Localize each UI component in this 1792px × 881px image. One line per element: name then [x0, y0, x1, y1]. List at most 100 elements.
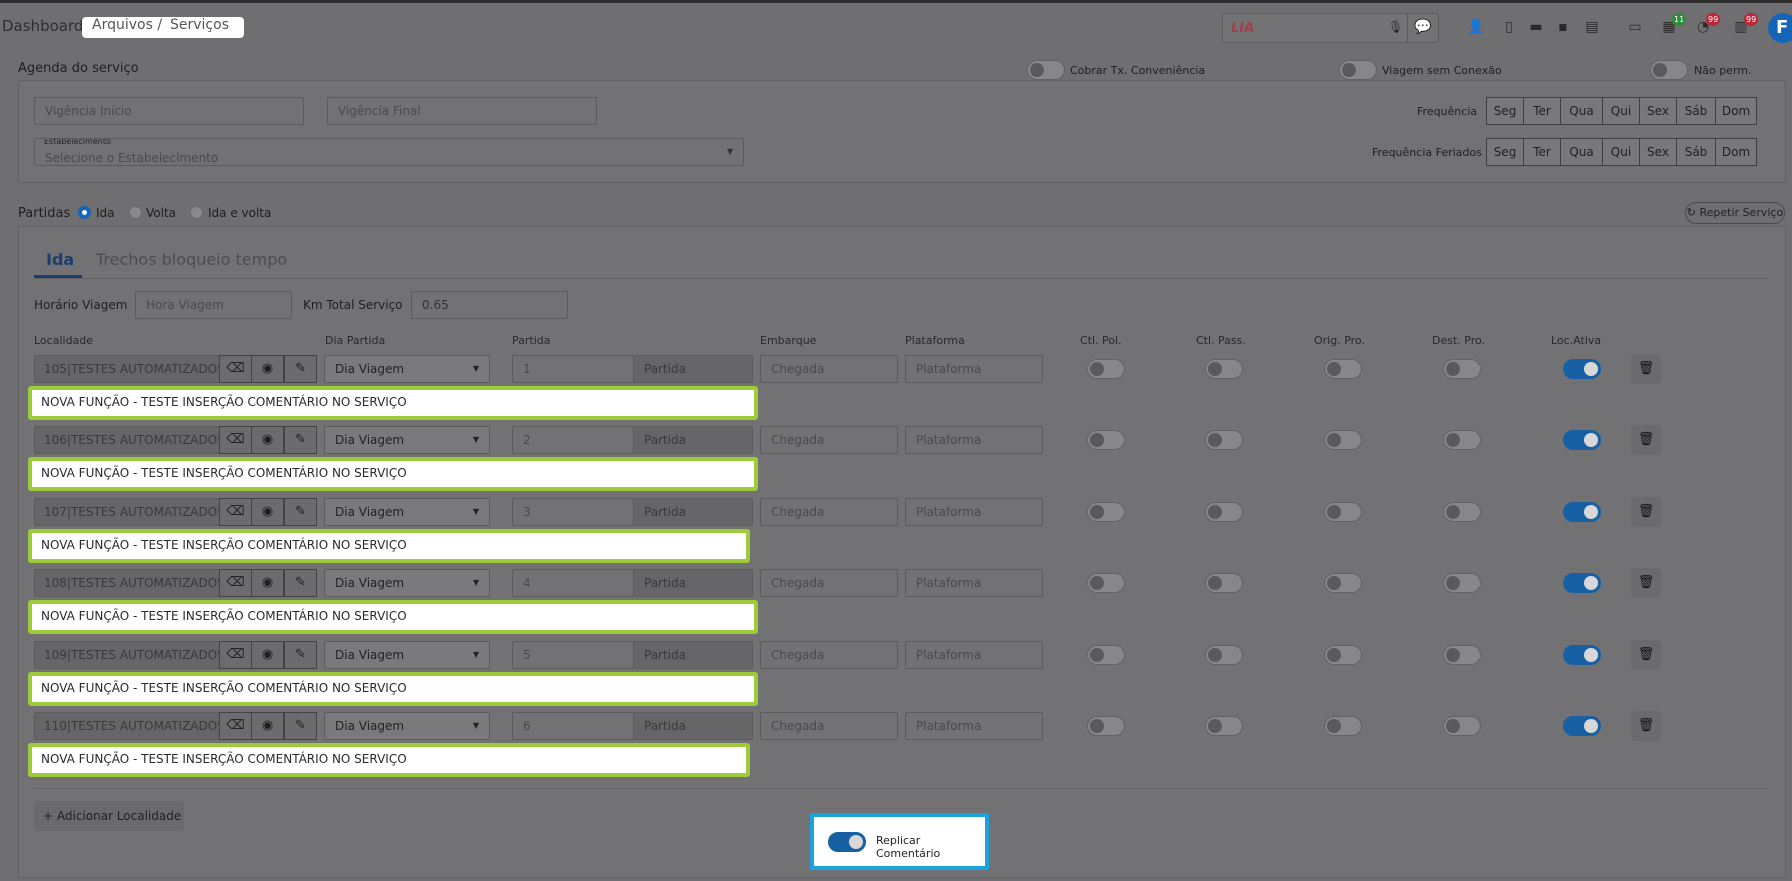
- plataforma-input[interactable]: Plataforma: [905, 641, 1043, 669]
- day-button[interactable]: Dom: [1715, 97, 1757, 125]
- ctl-pass-toggle[interactable]: [1205, 716, 1243, 736]
- edit-icon[interactable]: ✎: [284, 355, 317, 383]
- add-localidade-button[interactable]: + Adicionar Localidade: [34, 801, 184, 831]
- dest-pro-toggle[interactable]: [1443, 645, 1481, 665]
- partida-input[interactable]: Partida: [633, 426, 753, 454]
- localidade-field[interactable]: 110|TESTES AUTOMATIZADOS: [34, 712, 220, 740]
- day-button[interactable]: Qui: [1602, 138, 1640, 166]
- comentario-input[interactable]: NOVA FUNÇÃO - TESTE INSERÇÃO COMENTÁRIO …: [28, 672, 758, 706]
- localidade-field[interactable]: 107|TESTES AUTOMATIZADOS: [34, 498, 220, 526]
- orig-pro-toggle[interactable]: [1324, 359, 1362, 379]
- ctl-pass-toggle[interactable]: [1205, 645, 1243, 665]
- day-button[interactable]: Seg: [1486, 138, 1524, 166]
- loc-ativa-toggle[interactable]: [1563, 645, 1601, 665]
- embarque-input[interactable]: Chegada: [760, 355, 898, 383]
- embarque-input[interactable]: Chegada: [760, 569, 898, 597]
- vigencia-inicio-input[interactable]: Vigência Início: [34, 97, 304, 125]
- vigencia-final-input[interactable]: Vigência Final: [327, 97, 597, 125]
- partida-number-input[interactable]: 4: [512, 569, 634, 597]
- partida-number-input[interactable]: 3: [512, 498, 634, 526]
- orig-pro-toggle[interactable]: [1324, 645, 1362, 665]
- day-button[interactable]: Qui: [1602, 97, 1640, 125]
- hora-viagem-input[interactable]: Hora Viagem: [135, 291, 292, 319]
- radio-ida[interactable]: [78, 206, 91, 219]
- eraser-icon[interactable]: ⌫: [219, 498, 252, 526]
- loc-ativa-toggle[interactable]: [1563, 502, 1601, 522]
- eye-icon[interactable]: ◉: [251, 498, 284, 526]
- edit-icon[interactable]: ✎: [284, 712, 317, 740]
- plataforma-input[interactable]: Plataforma: [905, 569, 1043, 597]
- eye-icon[interactable]: ◉: [251, 355, 284, 383]
- partida-number-input[interactable]: 5: [512, 641, 634, 669]
- day-button[interactable]: Sáb: [1676, 138, 1716, 166]
- ctl-pass-toggle[interactable]: [1205, 573, 1243, 593]
- plataforma-input[interactable]: Plataforma: [905, 498, 1043, 526]
- breadcrumb-dashboard[interactable]: Dashboard: [2, 17, 83, 35]
- ctl-pol-toggle[interactable]: [1087, 645, 1125, 665]
- eye-icon[interactable]: ◉: [251, 641, 284, 669]
- plataforma-input[interactable]: Plataforma: [905, 355, 1043, 383]
- embarque-input[interactable]: Chegada: [760, 426, 898, 454]
- dest-pro-toggle[interactable]: [1443, 573, 1481, 593]
- dia-partida-select[interactable]: Dia Viagem ▼: [324, 498, 490, 526]
- ctl-pass-toggle[interactable]: [1205, 430, 1243, 450]
- partida-number-input[interactable]: 2: [512, 426, 634, 454]
- loc-ativa-toggle[interactable]: [1563, 716, 1601, 736]
- tab-ida[interactable]: Ida: [46, 250, 74, 269]
- comentario-input[interactable]: NOVA FUNÇÃO - TESTE INSERÇÃO COMENTÁRIO …: [28, 743, 750, 777]
- loc-ativa-toggle[interactable]: [1563, 430, 1601, 450]
- partida-input[interactable]: Partida: [633, 641, 753, 669]
- trash-icon[interactable]: 🗑: [1631, 354, 1661, 384]
- avatar[interactable]: F: [1768, 13, 1792, 43]
- radio-volta[interactable]: [129, 206, 142, 219]
- day-button[interactable]: Qua: [1560, 97, 1603, 125]
- mobile-icon[interactable]: ▯: [1501, 19, 1517, 35]
- comentario-input[interactable]: NOVA FUNÇÃO - TESTE INSERÇÃO COMENTÁRIO …: [28, 529, 750, 563]
- embarque-input[interactable]: Chegada: [760, 712, 898, 740]
- eraser-icon[interactable]: ⌫: [219, 569, 252, 597]
- day-button[interactable]: Seg: [1486, 97, 1524, 125]
- localidade-field[interactable]: 108|TESTES AUTOMATIZADOS: [34, 569, 220, 597]
- toggle-viagem-sem-conexao[interactable]: [1339, 60, 1377, 80]
- day-button[interactable]: Sáb: [1676, 97, 1716, 125]
- radio-ida-e-volta[interactable]: [190, 206, 203, 219]
- comentario-input[interactable]: NOVA FUNÇÃO - TESTE INSERÇÃO COMENTÁRIO …: [28, 457, 758, 491]
- trash-icon[interactable]: 🗑: [1631, 425, 1661, 455]
- eraser-icon[interactable]: ⌫: [219, 426, 252, 454]
- localidade-field[interactable]: 106|TESTES AUTOMATIZADOS: [34, 426, 220, 454]
- day-button[interactable]: Qua: [1560, 138, 1603, 166]
- ctl-pol-toggle[interactable]: [1087, 359, 1125, 379]
- dest-pro-toggle[interactable]: [1443, 430, 1481, 450]
- ctl-pass-toggle[interactable]: [1205, 359, 1243, 379]
- edit-icon[interactable]: ✎: [284, 569, 317, 597]
- newspaper-icon[interactable]: ▤: [1584, 19, 1600, 35]
- user-settings-icon[interactable]: 👤: [1467, 19, 1484, 35]
- edit-icon[interactable]: ✎: [284, 426, 317, 454]
- lia-search-box[interactable]: LIA 🎙 💬: [1222, 13, 1439, 43]
- chat-icon[interactable]: 💬: [1414, 19, 1431, 35]
- day-button[interactable]: Ter: [1523, 138, 1561, 166]
- eraser-icon[interactable]: ⌫: [219, 641, 252, 669]
- plataforma-input[interactable]: Plataforma: [905, 712, 1043, 740]
- trash-icon[interactable]: 🗑: [1631, 497, 1661, 527]
- loc-ativa-toggle[interactable]: [1563, 573, 1601, 593]
- monitor-icon[interactable]: ▭: [1627, 19, 1643, 35]
- localidade-field[interactable]: 105|TESTES AUTOMATIZADOS: [34, 355, 220, 383]
- dest-pro-toggle[interactable]: [1443, 716, 1481, 736]
- trash-icon[interactable]: 🗑: [1631, 640, 1661, 670]
- dia-partida-select[interactable]: Dia Viagem ▼: [324, 426, 490, 454]
- day-button[interactable]: Sex: [1639, 97, 1677, 125]
- partida-input[interactable]: Partida: [633, 712, 753, 740]
- embarque-input[interactable]: Chegada: [760, 498, 898, 526]
- edit-icon[interactable]: ✎: [284, 498, 317, 526]
- eraser-icon[interactable]: ⌫: [219, 355, 252, 383]
- orig-pro-toggle[interactable]: [1324, 502, 1362, 522]
- trash-icon[interactable]: 🗑: [1631, 568, 1661, 598]
- partida-input[interactable]: Partida: [633, 355, 753, 383]
- orig-pro-toggle[interactable]: [1324, 716, 1362, 736]
- partida-input[interactable]: Partida: [633, 569, 753, 597]
- embarque-input[interactable]: Chegada: [760, 641, 898, 669]
- orig-pro-toggle[interactable]: [1324, 430, 1362, 450]
- loc-ativa-toggle[interactable]: [1563, 359, 1601, 379]
- tab-trechos-bloqueio[interactable]: Trechos bloqueio tempo: [96, 250, 287, 269]
